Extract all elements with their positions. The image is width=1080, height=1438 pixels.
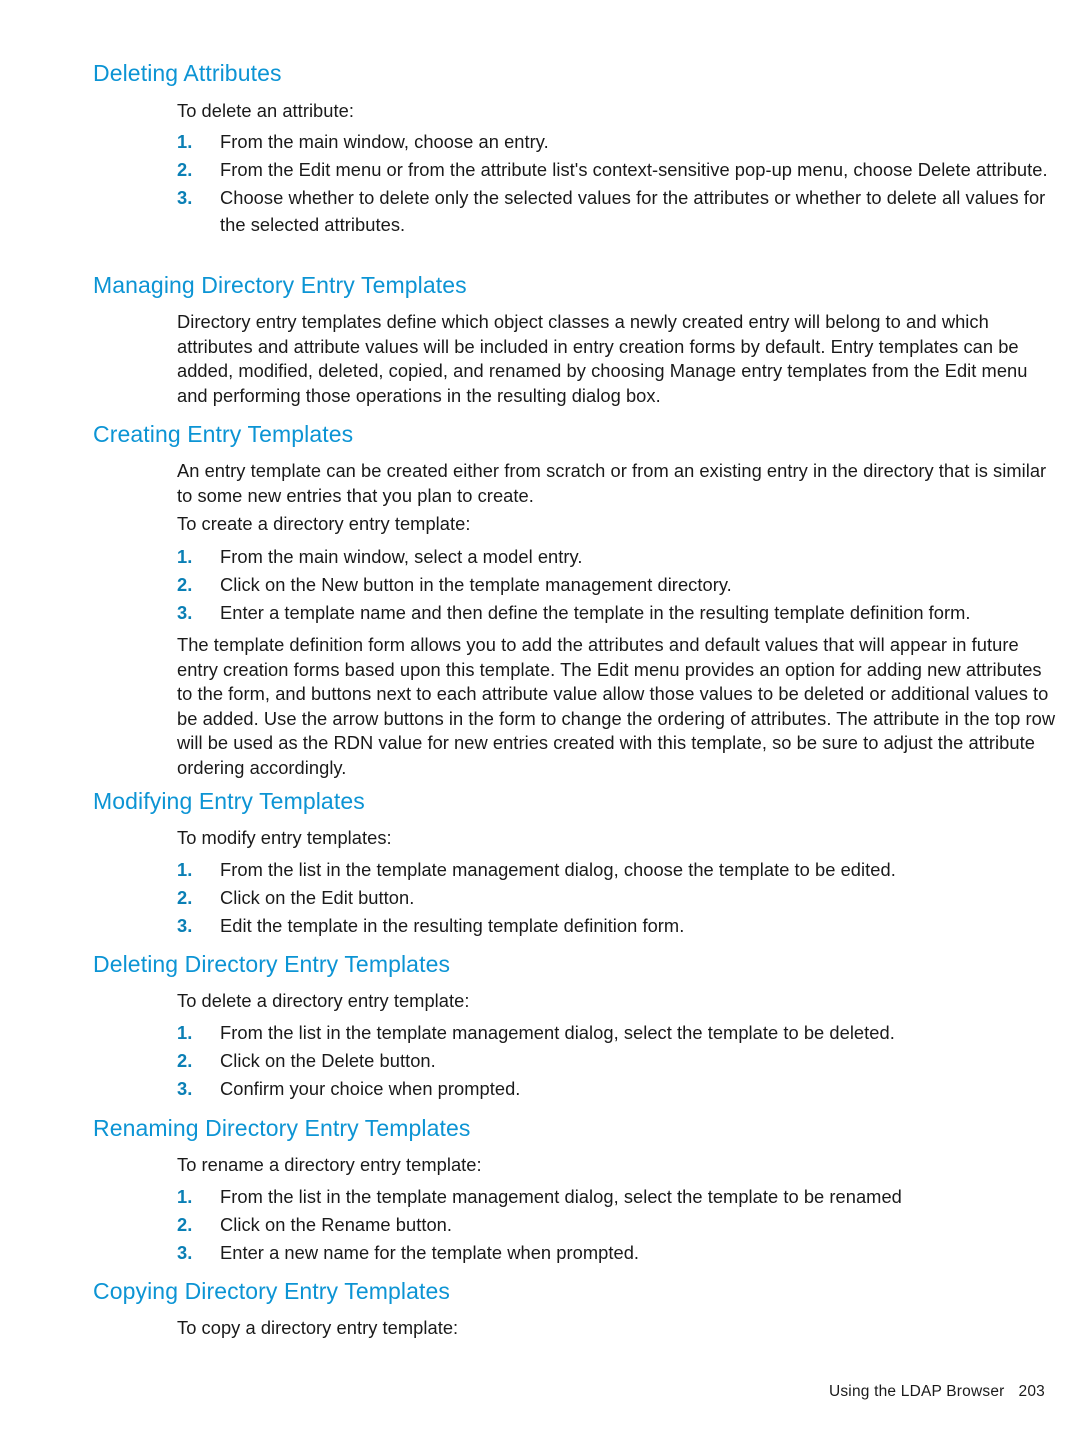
list-item: 1. From the main window, select a model … [177, 543, 1057, 570]
step-number: 3. [177, 1077, 193, 1099]
section-heading-renaming-directory-entry-templates: Renaming Directory Entry Templates [93, 1115, 471, 1141]
list-item: 2. Click on the Edit button. [177, 884, 1057, 911]
step-number: 1. [177, 1022, 193, 1043]
step-number: 1. [177, 131, 193, 152]
section-heading-modifying-entry-templates: Modifying Entry Templates [93, 788, 365, 814]
step-text: From the list in the template management… [220, 1186, 902, 1207]
list-item: 1. From the list in the template managem… [177, 1019, 1057, 1046]
list-item: 3. Confirm your choice when prompted. [177, 1075, 1057, 1102]
list-item: 1. From the main window, choose an entry… [177, 128, 1049, 155]
step-text: From the list in the template management… [220, 859, 896, 880]
step-number: 3. [177, 1241, 193, 1263]
paragraph-template-definition-form: The template definition form allows you … [177, 634, 1056, 778]
section-heading-copying-directory-entry-templates: Copying Directory Entry Templates [93, 1278, 450, 1304]
step-text: Enter a new name for the template when p… [220, 1241, 640, 1263]
paragraph-managing-directory-entry-templates: Directory entry templates define which o… [177, 311, 1028, 406]
lead-text-copy-directory-entry-template: To copy a directory entry template: [177, 1317, 459, 1338]
list-item: 3. Choose whether to delete only the sel… [177, 184, 1049, 239]
step-text: From the list in the template management… [220, 1022, 895, 1043]
step-text: Click on the Rename button. [220, 1213, 453, 1235]
lead-text-rename-directory-entry-template: To rename a directory entry template: [177, 1154, 482, 1175]
list-item: 2. Click on the New button in the templa… [177, 571, 1057, 598]
list-item: 2. Click on the Delete button. [177, 1047, 1057, 1074]
document-page: Deleting Attributes To delete an attribu… [0, 0, 1080, 1438]
section-heading-deleting-directory-entry-templates: Deleting Directory Entry Templates [93, 951, 451, 977]
step-number: 3. [177, 601, 193, 623]
lead-text-delete-directory-entry-template: To delete a directory entry template: [177, 990, 470, 1011]
step-text: From the Edit menu or from the attribute… [220, 158, 1048, 180]
lead-text-delete-attribute: To delete an attribute: [177, 100, 354, 121]
step-text: Click on the Edit button. [220, 886, 415, 908]
step-number: 1. [177, 546, 193, 567]
steps-deleting-attributes: 1. From the main window, choose an entry… [177, 128, 1049, 239]
list-item: 1. From the list in the template managem… [177, 1183, 1057, 1210]
list-item: 2. Click on the Rename button. [177, 1211, 1057, 1238]
list-item: 3. Enter a new name for the template whe… [177, 1239, 1057, 1266]
step-text: From the main window, choose an entry. [220, 131, 549, 152]
step-number: 1. [177, 859, 193, 880]
page-footer: Using the LDAP Browser 203 [0, 1382, 1080, 1401]
step-text: Click on the New button in the template … [220, 573, 732, 595]
paragraph-creating-entry-templates: An entry template can be created either … [177, 460, 1047, 506]
list-item: 3. Edit the template in the resulting te… [177, 912, 1057, 939]
steps-renaming-directory-entry-templates: 1. From the list in the template managem… [177, 1183, 1057, 1266]
steps-creating-entry-templates: 1. From the main window, select a model … [177, 543, 1057, 626]
step-number: 2. [177, 1213, 193, 1235]
step-number: 3. [177, 186, 193, 208]
step-number: 2. [177, 886, 193, 908]
lead-text-create-directory-entry-template: To create a directory entry template: [177, 513, 471, 534]
step-text: From the main window, select a model ent… [220, 546, 583, 567]
list-item: 2. From the Edit menu or from the attrib… [177, 156, 1049, 183]
footer-label: Using the LDAP Browser [828, 1383, 1005, 1400]
steps-modifying-entry-templates: 1. From the list in the template managem… [177, 856, 1057, 939]
step-number: 1. [177, 1186, 193, 1207]
step-text: Enter a template name and then define th… [220, 601, 971, 623]
step-text: Edit the template in the resulting templ… [220, 914, 685, 936]
step-text: Confirm your choice when prompted. [220, 1077, 521, 1099]
step-number: 2. [177, 1049, 193, 1071]
step-text: Choose whether to delete only the select… [220, 186, 1046, 235]
section-heading-managing-directory-entry-templates: Managing Directory Entry Templates [93, 272, 467, 298]
section-heading-deleting-attributes: Deleting Attributes [93, 60, 282, 86]
list-item: 3. Enter a template name and then define… [177, 599, 1057, 626]
step-number: 2. [177, 573, 193, 595]
footer-page-number: 203 [1018, 1383, 1045, 1400]
section-heading-creating-entry-templates: Creating Entry Templates [93, 421, 354, 447]
steps-deleting-directory-entry-templates: 1. From the list in the template managem… [177, 1019, 1057, 1102]
step-number: 3. [177, 914, 193, 936]
lead-text-modify-entry-templates: To modify entry templates: [177, 827, 392, 848]
step-text: Click on the Delete button. [220, 1049, 436, 1071]
list-item: 1. From the list in the template managem… [177, 856, 1057, 883]
step-number: 2. [177, 158, 193, 180]
